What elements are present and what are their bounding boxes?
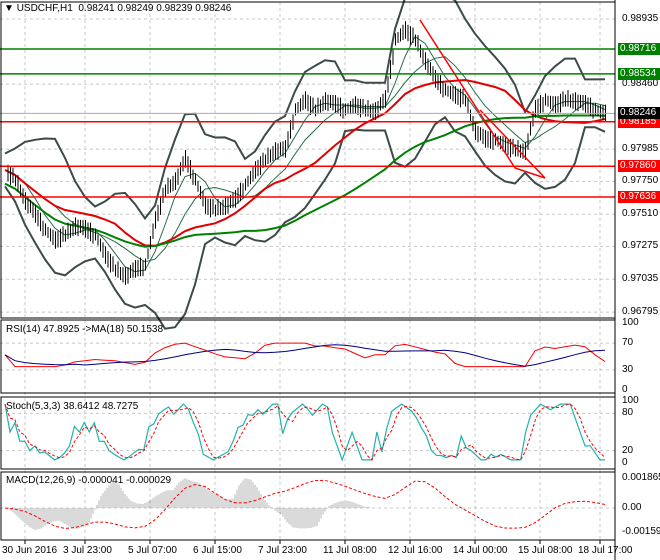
rsi-ma-line — [4, 344, 606, 367]
time-label: 18 Jul 17:00 — [578, 545, 633, 556]
collapse-triangle-icon[interactable]: ▼ — [4, 3, 14, 14]
chart-header: ▼ USDCHF,H1 0.98241 0.98249 0.98239 0.98… — [4, 3, 231, 14]
low-value: 0.98239 — [156, 3, 193, 14]
trendline — [479, 109, 546, 179]
price-tick: 0.97035 — [622, 273, 659, 285]
time-label: 11 Jul 08:00 — [323, 545, 377, 556]
time-label: 30 Jun 2016 — [2, 545, 58, 556]
rsi-label: RSI(14) 47.8925 ->MA(18) 50.1538 — [6, 324, 164, 335]
level-price-tag: 0.97860 — [618, 160, 660, 173]
time-label: 5 Jul 07:00 — [128, 545, 177, 556]
stoch-label: Stoch(5,3,3) 38.6412 48.7275 — [6, 401, 139, 412]
time-label: 3 Jul 23:00 — [63, 545, 112, 556]
price-tick: 0.96795 — [622, 306, 659, 318]
time-label: 6 Jul 15:00 — [193, 545, 242, 556]
ma-green — [4, 114, 606, 248]
price-tick: 0.97510 — [622, 208, 659, 220]
close-value: 0.98246 — [195, 3, 232, 14]
stoch-axis-tick: 80 — [622, 407, 634, 419]
macd-axis-tick: 0.00 — [622, 502, 642, 513]
level-price-tag: 0.98716 — [618, 43, 660, 55]
price-tick: 0.97750 — [622, 175, 659, 187]
price-tick: 0.97275 — [622, 240, 659, 252]
current-price-tag: 0.98246 — [618, 107, 660, 120]
time-label: 14 Jul 00:00 — [453, 545, 508, 556]
rsi-axis-tick: 100 — [622, 317, 639, 328]
trading-chart-window[interactable]: ▼ USDCHF,H1 0.98241 0.98249 0.98239 0.98… — [0, 0, 660, 560]
macd-label: MACD(12,26,9) -0.000041 -0.000029 — [6, 475, 172, 486]
stoch-axis-tick: 0 — [622, 457, 628, 468]
level-price-tag: 0.97636 — [618, 190, 660, 203]
price-tick: 0.97985 — [622, 143, 659, 155]
time-label: 12 Jul 16:00 — [388, 545, 443, 556]
stoch-axis-tick: 100 — [622, 395, 639, 406]
rsi-axis-tick: 30 — [622, 363, 634, 375]
open-value: 0.98241 — [78, 3, 115, 14]
rsi-line — [4, 342, 606, 368]
stoch-main-line — [4, 403, 605, 462]
symbol-label: USDCHF,H1 — [16, 3, 73, 14]
macd-axis-tick: -0.001595 — [622, 526, 660, 537]
rsi-axis-tick: 70 — [622, 337, 634, 349]
time-label: 7 Jul 23:00 — [258, 545, 307, 556]
macd-axis-tick: 0.001865 — [622, 472, 660, 483]
high-value: 0.98249 — [117, 3, 154, 14]
rsi-axis-tick: 0 — [622, 384, 628, 395]
level-price-tag: 0.98534 — [618, 67, 660, 80]
price-tick: 0.98935 — [622, 13, 659, 24]
stoch-axis-tick: 20 — [622, 444, 634, 456]
bollinger-upper — [4, 0, 606, 221]
time-label: 15 Jul 08:00 — [518, 545, 573, 556]
stoch-signal-line — [4, 403, 606, 461]
